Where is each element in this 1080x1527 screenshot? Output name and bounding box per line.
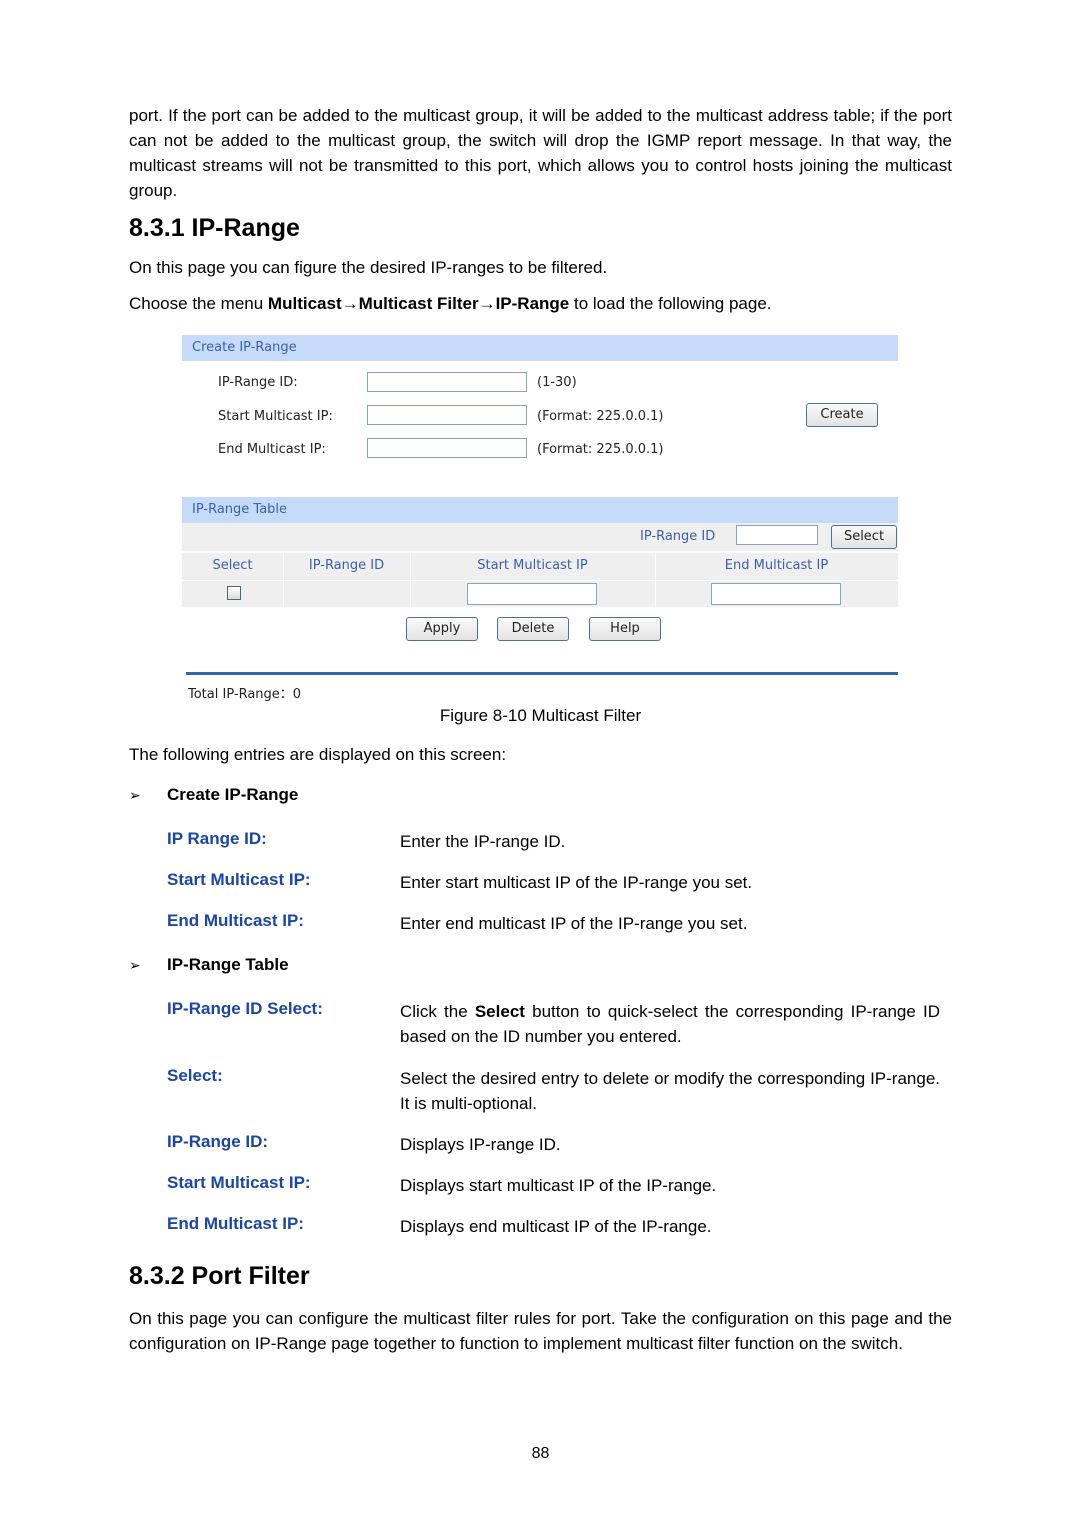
figure-multicast-filter: Create IP-Range IP-Range ID: (1-30) Star… bbox=[182, 335, 898, 707]
desc-ip-range-id-display: Displays IP-range ID. bbox=[400, 1135, 561, 1154]
desc-ip-range-id-select: Click the Select button to quick-select … bbox=[400, 1002, 940, 1046]
column-header-start-multicast-ip: Start Multicast IP bbox=[477, 558, 588, 573]
desc-start-multicast-ip: Enter start multicast IP of the IP-range… bbox=[400, 873, 753, 892]
menu-path-multicast: Multicast bbox=[267, 294, 342, 313]
port-filter-paragraph: On this page you can configure the multi… bbox=[129, 1309, 952, 1353]
page-number: 88 bbox=[531, 1445, 550, 1462]
ip-range-table-header: IP-Range Table bbox=[182, 497, 898, 523]
row-start-multicast-ip-input[interactable] bbox=[467, 583, 597, 605]
section-heading-ip-range: 8.3.1 IP-Range bbox=[129, 214, 300, 242]
term-end-multicast-ip-display: End Multicast IP: bbox=[167, 1214, 304, 1233]
desc-select: Select the desired entry to delete or mo… bbox=[400, 1069, 940, 1113]
search-ip-range-id-label: IP-Range ID bbox=[640, 529, 716, 544]
end-multicast-ip-input[interactable] bbox=[367, 438, 527, 458]
create-button[interactable]: Create bbox=[806, 403, 878, 427]
start-multicast-ip-input[interactable] bbox=[367, 405, 527, 425]
start-multicast-ip-hint: (Format: 225.0.0.1) bbox=[537, 409, 664, 424]
intro-paragraph: port. If the port can be added to the mu… bbox=[129, 106, 952, 200]
help-button[interactable]: Help bbox=[589, 617, 661, 641]
section-heading-port-filter: 8.3.2 Port Filter bbox=[129, 1262, 310, 1290]
delete-button[interactable]: Delete bbox=[497, 617, 569, 641]
term-ip-range-id-display: IP-Range ID: bbox=[167, 1132, 269, 1151]
menu-path-instruction: Choose the menu Multicast→Multicast Filt… bbox=[129, 294, 772, 313]
figure-caption: Figure 8-10 Multicast Filter bbox=[439, 706, 642, 725]
start-multicast-ip-label: Start Multicast IP: bbox=[218, 409, 333, 424]
entries-intro: The following entries are displayed on t… bbox=[129, 745, 507, 764]
term-start-multicast-ip: Start Multicast IP: bbox=[167, 870, 311, 889]
bullet-arrow-icon: ➢ bbox=[129, 787, 141, 803]
column-header-end-multicast-ip: End Multicast IP bbox=[724, 558, 829, 573]
row-select-checkbox[interactable] bbox=[227, 586, 241, 600]
menu-path-multicast-filter: Multicast Filter bbox=[358, 294, 479, 313]
end-multicast-ip-hint: (Format: 225.0.0.1) bbox=[537, 442, 664, 457]
term-ip-range-id: IP Range ID: bbox=[167, 829, 267, 848]
group-ip-range-table: ➢ IP-Range Table bbox=[129, 955, 289, 974]
desc-ip-range-id: Enter the IP-range ID. bbox=[400, 832, 566, 851]
apply-button[interactable]: Apply bbox=[406, 617, 478, 641]
desc-start-multicast-ip-display: Displays start multicast IP of the IP-ra… bbox=[400, 1176, 717, 1195]
row-end-multicast-ip-input[interactable] bbox=[711, 583, 841, 605]
group-create-ip-range: ➢ Create IP-Range bbox=[129, 785, 299, 804]
end-multicast-ip-label: End Multicast IP: bbox=[218, 442, 326, 457]
ip-range-id-hint: (1-30) bbox=[537, 375, 577, 390]
menu-path-ip-range: IP-Range bbox=[495, 294, 570, 313]
column-header-ip-range-id: IP-Range ID bbox=[308, 558, 385, 573]
term-end-multicast-ip: End Multicast IP: bbox=[167, 911, 304, 930]
select-button[interactable]: Select bbox=[831, 525, 897, 549]
row-divider bbox=[182, 580, 898, 581]
term-ip-range-id-select: IP-Range ID Select: bbox=[167, 999, 323, 1018]
footer-divider bbox=[186, 672, 898, 675]
create-ip-range-header: Create IP-Range bbox=[182, 335, 898, 361]
search-ip-range-id-input[interactable] bbox=[736, 525, 818, 545]
desc-end-multicast-ip: Enter end multicast IP of the IP-range y… bbox=[400, 914, 748, 933]
desc-end-multicast-ip-display: Displays end multicast IP of the IP-rang… bbox=[400, 1217, 712, 1236]
ip-range-id-label: IP-Range ID: bbox=[218, 375, 298, 390]
row-ip-range-id bbox=[283, 583, 410, 605]
column-header-select: Select bbox=[212, 558, 253, 573]
term-select: Select: bbox=[167, 1066, 223, 1085]
bullet-arrow-icon: ➢ bbox=[129, 957, 141, 973]
ip-range-intro: On this page you can figure the desired … bbox=[129, 258, 608, 277]
total-ip-range-count: Total IP-Range：0 bbox=[188, 687, 302, 702]
ip-range-id-input[interactable] bbox=[367, 372, 527, 392]
term-start-multicast-ip-display: Start Multicast IP: bbox=[167, 1173, 311, 1192]
